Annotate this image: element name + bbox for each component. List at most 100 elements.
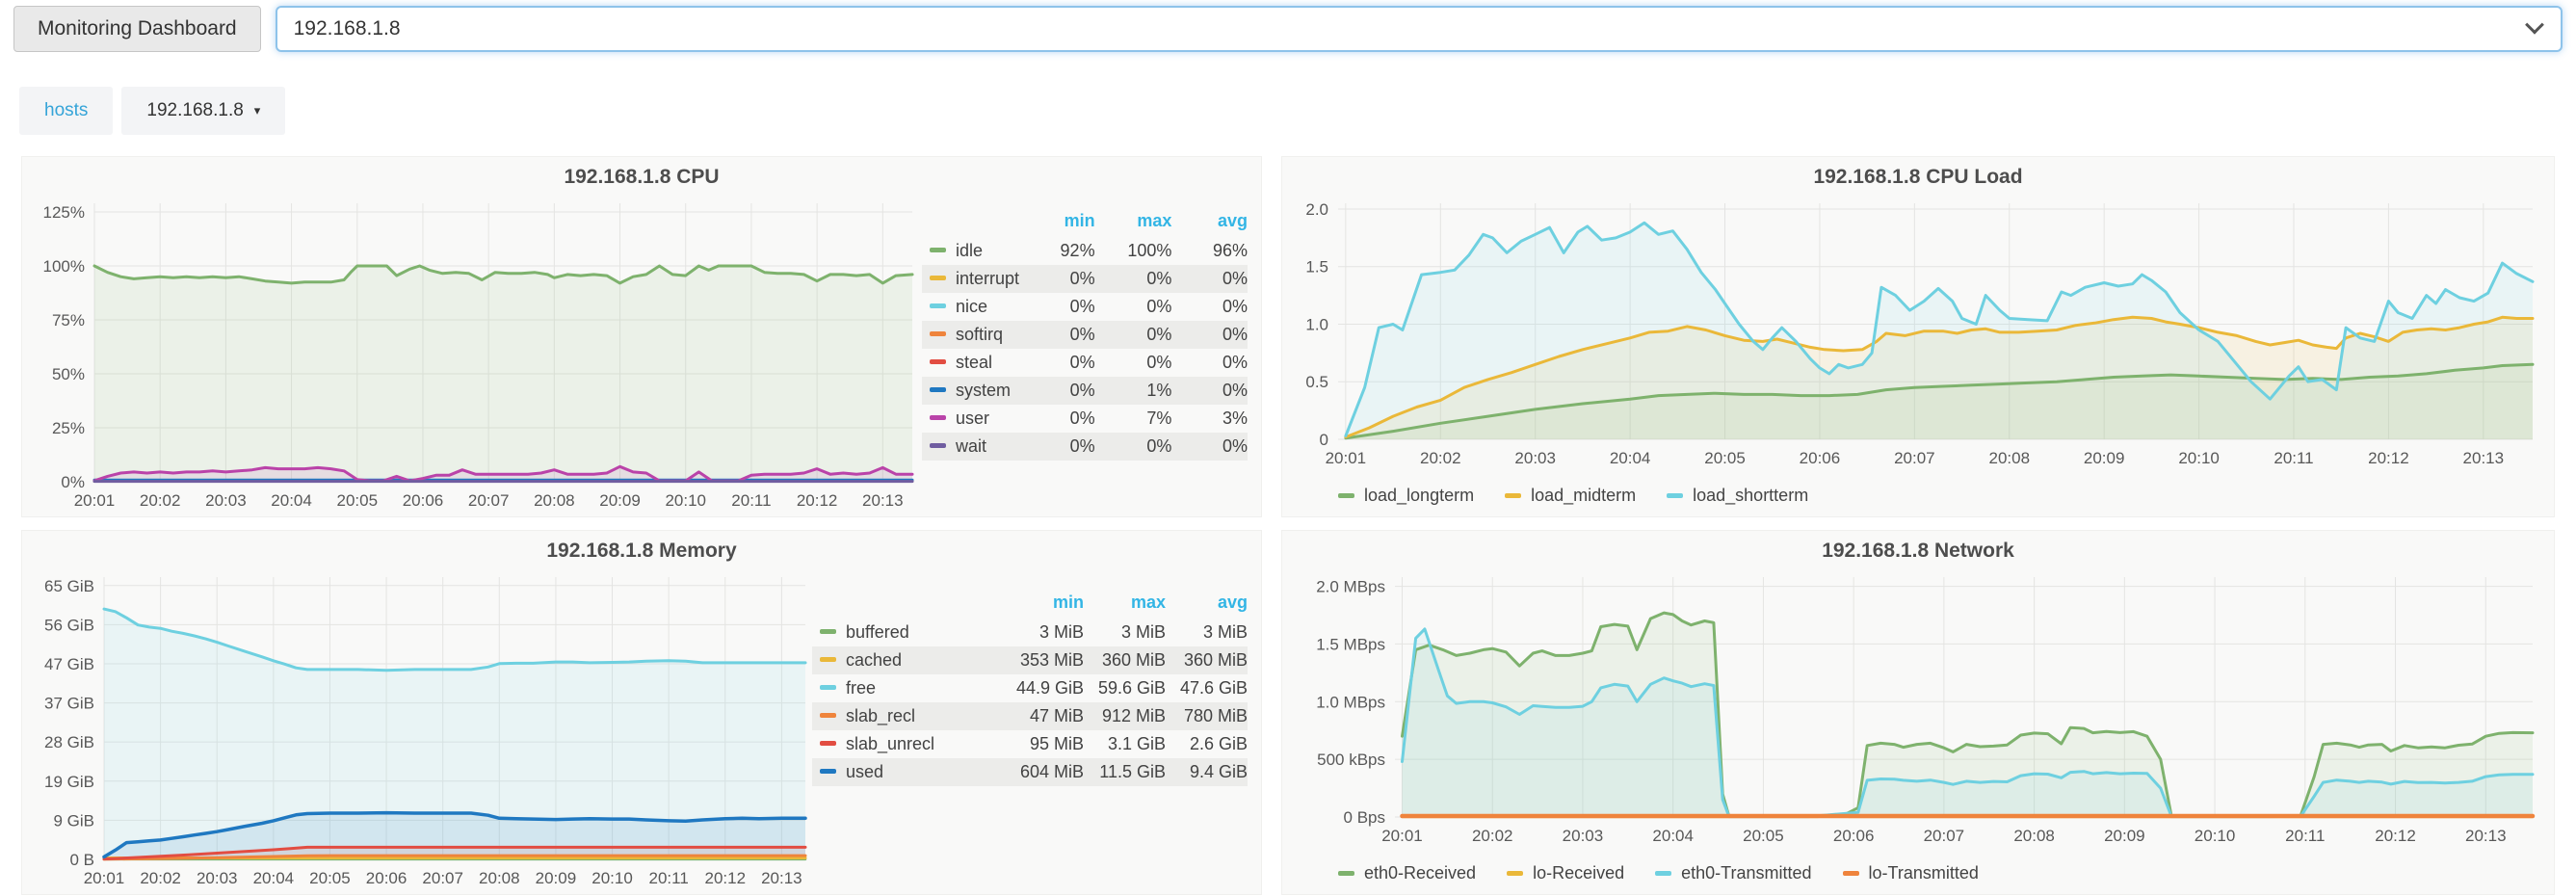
svg-text:20:01: 20:01 (74, 491, 116, 510)
legend-series-toggle-slab_unrecl[interactable]: slab_unrecl (812, 730, 1002, 758)
legend-value-nice-max: 0% (1095, 293, 1172, 321)
legend-header-max[interactable]: max (1095, 207, 1172, 237)
svg-text:20:13: 20:13 (2463, 449, 2505, 467)
legend-series-toggle-user[interactable]: user (922, 405, 1019, 433)
legend-value-buffered-avg: 3 MiB (1166, 619, 1248, 646)
legend-row-buffered: buffered3 MiB3 MiB3 MiB (812, 619, 1248, 646)
legend-series-toggle-slab_recl[interactable]: slab_recl (812, 702, 1002, 730)
svg-text:20:02: 20:02 (140, 491, 181, 510)
svg-text:500 kBps: 500 kBps (1317, 751, 1385, 769)
legend-series-toggle-load_longterm[interactable]: load_longterm (1338, 486, 1474, 506)
breadcrumb-hosts-link[interactable]: hosts (19, 87, 113, 135)
series-color-dash-icon (930, 331, 946, 336)
legend-series-toggle-used[interactable]: used (812, 758, 1002, 786)
legend-value-slab_unrecl-avg: 2.6 GiB (1166, 730, 1248, 758)
svg-text:0.5: 0.5 (1305, 373, 1328, 391)
svg-text:20:03: 20:03 (1563, 827, 1604, 845)
svg-text:20:12: 20:12 (797, 491, 838, 510)
memory-chart[interactable]: 20:0120:0220:0320:0420:0520:0620:0720:08… (22, 569, 812, 894)
svg-text:20:01: 20:01 (1326, 449, 1367, 467)
legend-name-column-header (812, 589, 1002, 619)
legend-row-system: system0%1%0% (922, 377, 1248, 405)
svg-text:20:02: 20:02 (140, 869, 181, 887)
legend-series-toggle-load_shortterm[interactable]: load_shortterm (1667, 486, 1808, 506)
legend-series-label: load_shortterm (1693, 486, 1808, 506)
series-color-dash-icon (820, 629, 836, 634)
legend-value-softirq-max: 0% (1095, 321, 1172, 349)
caret-down-icon: ▾ (254, 103, 261, 119)
svg-text:100%: 100% (43, 257, 85, 276)
legend-header-min[interactable]: min (1002, 589, 1084, 619)
legend-value-used-min: 604 MiB (1002, 758, 1084, 786)
dashboard-selector-label[interactable]: Monitoring Dashboard (13, 6, 261, 52)
legend-series-toggle-cached[interactable]: cached (812, 646, 1002, 674)
svg-text:28 GiB: 28 GiB (44, 733, 94, 751)
svg-text:25%: 25% (52, 419, 85, 437)
legend-series-toggle-softirq[interactable]: softirq (922, 321, 1019, 349)
svg-text:20:13: 20:13 (2465, 827, 2507, 845)
svg-text:47 GiB: 47 GiB (44, 655, 94, 673)
svg-text:20:11: 20:11 (2274, 449, 2313, 467)
legend-header-avg[interactable]: avg (1171, 207, 1248, 237)
legend-value-nice-avg: 0% (1171, 293, 1248, 321)
legend-value-slab_unrecl-min: 95 MiB (1002, 730, 1084, 758)
cpu-load-chart[interactable]: 20:0120:0220:0320:0420:0520:0620:0720:08… (1282, 196, 2554, 474)
legend-series-toggle-nice[interactable]: nice (922, 293, 1019, 321)
legend-value-steal-avg: 0% (1171, 349, 1248, 377)
svg-text:20:01: 20:01 (1381, 827, 1423, 845)
legend-series-toggle-wait[interactable]: wait (922, 433, 1019, 461)
legend-series-toggle-lo-Received[interactable]: lo-Received (1507, 863, 1624, 883)
legend-series-toggle-lo-Transmitted[interactable]: lo-Transmitted (1843, 863, 1979, 883)
legend-value-slab_recl-avg: 780 MiB (1166, 702, 1248, 730)
series-color-dash-icon (930, 248, 946, 252)
svg-text:20:08: 20:08 (1988, 449, 2030, 467)
cpu-legend-table: minmaxavgidle92%100%96%interrupt0%0%0%ni… (922, 196, 1261, 516)
svg-text:20:11: 20:11 (2285, 827, 2325, 845)
legend-series-toggle-free[interactable]: free (812, 674, 1002, 702)
legend-series-toggle-eth0-Received[interactable]: eth0-Received (1338, 863, 1476, 883)
svg-text:1.0 MBps: 1.0 MBps (1316, 693, 1385, 711)
series-color-dash-icon (820, 685, 836, 690)
legend-row-wait: wait0%0%0% (922, 433, 1248, 461)
legend-value-steal-min: 0% (1019, 349, 1095, 377)
host-select[interactable]: 192.168.1.8 (276, 6, 2563, 52)
svg-text:20:06: 20:06 (1833, 827, 1875, 845)
legend-series-toggle-buffered[interactable]: buffered (812, 619, 1002, 646)
legend-header-min[interactable]: min (1019, 207, 1095, 237)
breadcrumb-host-dropdown[interactable]: 192.168.1.8 ▾ (121, 87, 285, 135)
svg-text:20:06: 20:06 (1800, 449, 1841, 467)
svg-text:20:02: 20:02 (1420, 449, 1461, 467)
legend-value-buffered-max: 3 MiB (1084, 619, 1166, 646)
legend-value-softirq-avg: 0% (1171, 321, 1248, 349)
legend-series-toggle-system[interactable]: system (922, 377, 1019, 405)
svg-text:125%: 125% (43, 203, 85, 222)
legend-header-avg[interactable]: avg (1166, 589, 1248, 619)
panel-memory-title[interactable]: 192.168.1.8 Memory (22, 531, 1261, 569)
panel-memory: 192.168.1.8 Memory 20:0120:0220:0320:042… (21, 530, 1262, 895)
series-color-dash-icon (820, 769, 836, 774)
svg-text:20:07: 20:07 (1894, 449, 1935, 467)
legend-value-used-max: 11.5 GiB (1084, 758, 1166, 786)
svg-text:0 Bps: 0 Bps (1344, 808, 1385, 827)
legend-value-cached-max: 360 MiB (1084, 646, 1166, 674)
legend-series-toggle-interrupt[interactable]: interrupt (922, 265, 1019, 293)
network-chart[interactable]: 20:0120:0220:0320:0420:0520:0620:0720:08… (1282, 569, 2554, 852)
panel-network-title[interactable]: 192.168.1.8 Network (1282, 531, 2554, 569)
legend-row-user: user0%7%3% (922, 405, 1248, 433)
legend-series-toggle-idle[interactable]: idle (922, 237, 1019, 265)
dashboard-grid: 192.168.1.8 CPU 20:0120:0220:0320:0420:0… (21, 156, 2555, 895)
legend-value-wait-min: 0% (1019, 433, 1095, 461)
legend-value-interrupt-max: 0% (1095, 265, 1172, 293)
series-color-dash-icon (930, 359, 946, 364)
cpu-chart[interactable]: 20:0120:0220:0320:0420:0520:0620:0720:08… (22, 196, 922, 516)
svg-text:1.0: 1.0 (1305, 315, 1328, 333)
panel-cpu-load-title[interactable]: 192.168.1.8 CPU Load (1282, 157, 2554, 196)
svg-text:20:03: 20:03 (1514, 449, 1556, 467)
legend-series-toggle-eth0-Transmitted[interactable]: eth0-Transmitted (1655, 863, 1811, 883)
panel-cpu-title[interactable]: 192.168.1.8 CPU (22, 157, 1261, 196)
legend-value-nice-min: 0% (1019, 293, 1095, 321)
svg-text:20:12: 20:12 (704, 869, 746, 887)
legend-header-max[interactable]: max (1084, 589, 1166, 619)
legend-series-toggle-load_midterm[interactable]: load_midterm (1505, 486, 1636, 506)
legend-series-toggle-steal[interactable]: steal (922, 349, 1019, 377)
